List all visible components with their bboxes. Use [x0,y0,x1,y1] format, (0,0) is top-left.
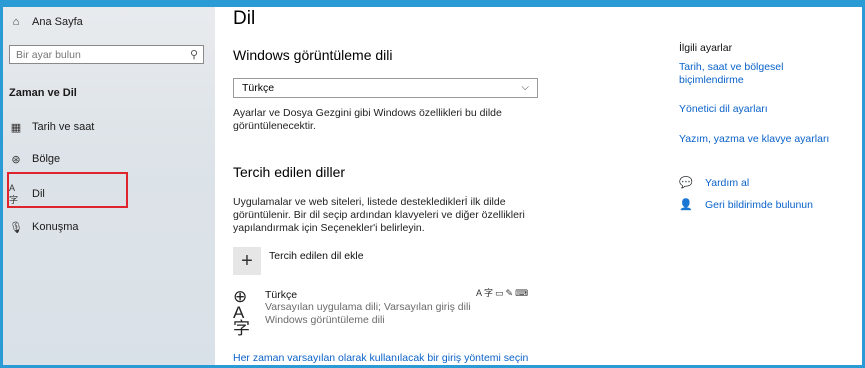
link-line: Tarih, saat ve bölgesel [679,61,784,73]
language-detail-line: Varsayılan uygulama dili; Varsayılan gir… [265,301,471,313]
microphone-icon: 🎙 [9,221,23,234]
globe-icon: ⊛ [11,153,21,166]
sidebar-item-speech[interactable]: 🎙 Konuşma [9,220,78,234]
search-icon: ⚲ [189,49,198,61]
admin-language-settings-link[interactable]: Yönetici dil ayarları [679,103,768,116]
display-language-heading: Windows görüntüleme dili [233,47,393,63]
home-icon: ⌂ [12,16,20,28]
description-line: yapılandırmak için Seçenekler'i belirley… [233,222,425,234]
get-help-label: Yardım al [705,176,750,189]
feedback-person-icon: 👤 [679,199,693,211]
page-title: Dil [233,8,256,29]
language-detail-line: Windows görüntüleme dili [265,314,385,326]
display-language-select[interactable]: Türkçe ⌵ [233,78,538,98]
language-details: Varsayılan uygulama dili; Varsayılan gir… [265,301,485,327]
calendar-clock-icon: ▦ [10,121,22,134]
preferred-languages-description: Uygulamalar ve web siteleri, listede des… [233,196,525,235]
add-language-button[interactable]: + Tercih edilen dil ekle [233,247,364,275]
chevron-down-icon: ⌵ [521,82,529,93]
feedback-label: Geri bildirimde bulunun [705,198,813,211]
feedback-link[interactable]: 👤 Geri bildirimde bulunun [679,198,813,212]
speech-icon: ▭ [495,288,506,298]
search-placeholder: Bir ayar bulun [16,48,81,61]
keyboard-icon: ⌨ [515,288,531,298]
preferred-languages-heading: Tercih edilen diller [233,164,346,180]
plus-icon: + [233,247,261,275]
handwriting-icon: ✎ [505,288,516,298]
get-help-link[interactable]: 💬 Yardım al [679,176,750,190]
sidebar-home[interactable]: ⌂ Ana Sayfa [9,15,83,29]
sidebar-item-date-time[interactable]: ▦ Tarih ve saat [9,120,95,134]
default-input-method-link[interactable]: Her zaman varsayılan olarak kullanılacak… [233,352,528,364]
language-pack-icon: ⊕ A字 [233,287,250,338]
display-language-icon: A字 [476,288,496,298]
language-highlight-box [7,172,128,208]
sidebar-home-label: Ana Sayfa [32,16,83,28]
link-line: biçimlendirme [679,74,744,86]
add-language-label: Tercih edilen dil ekle [269,250,364,262]
description-line: Uygulamalar ve web siteleri, listede des… [233,196,506,208]
date-time-regional-link[interactable]: Tarih, saat ve bölgesel biçimlendirme [679,61,783,87]
help-chat-icon: 💬 [679,177,693,189]
spelling-typing-keyboard-link[interactable]: Yazım, yazma ve klavye ayarları [679,133,829,146]
display-language-value: Türkçe [242,82,275,94]
description-line: görüntülenir. Bir dil seçip ardından kla… [233,209,525,221]
description-line: görüntülenecektir. [233,120,316,132]
language-feature-icons: A字▭✎⌨ [476,286,530,299]
display-language-description: Ayarlar ve Dosya Gezgini gibi Windows öz… [233,107,502,133]
related-settings-title: İlgili ayarlar [679,42,733,54]
sidebar-item-region[interactable]: ⊛ Bölge [9,152,60,166]
sidebar-item-label: Konuşma [32,221,79,233]
language-name: Türkçe [265,289,298,301]
search-input[interactable]: Bir ayar bulun ⚲ [9,45,204,64]
description-line: Ayarlar ve Dosya Gezgini gibi Windows öz… [233,107,502,119]
window-top-border [0,0,865,7]
sidebar-item-label: Tarih ve saat [32,121,95,133]
language-list-item[interactable]: ⊕ A字 Türkçe Varsayılan uygulama dili; Var… [233,287,485,338]
sidebar-item-label: Bölge [32,153,61,165]
sidebar-section-title: Zaman ve Dil [9,87,77,99]
